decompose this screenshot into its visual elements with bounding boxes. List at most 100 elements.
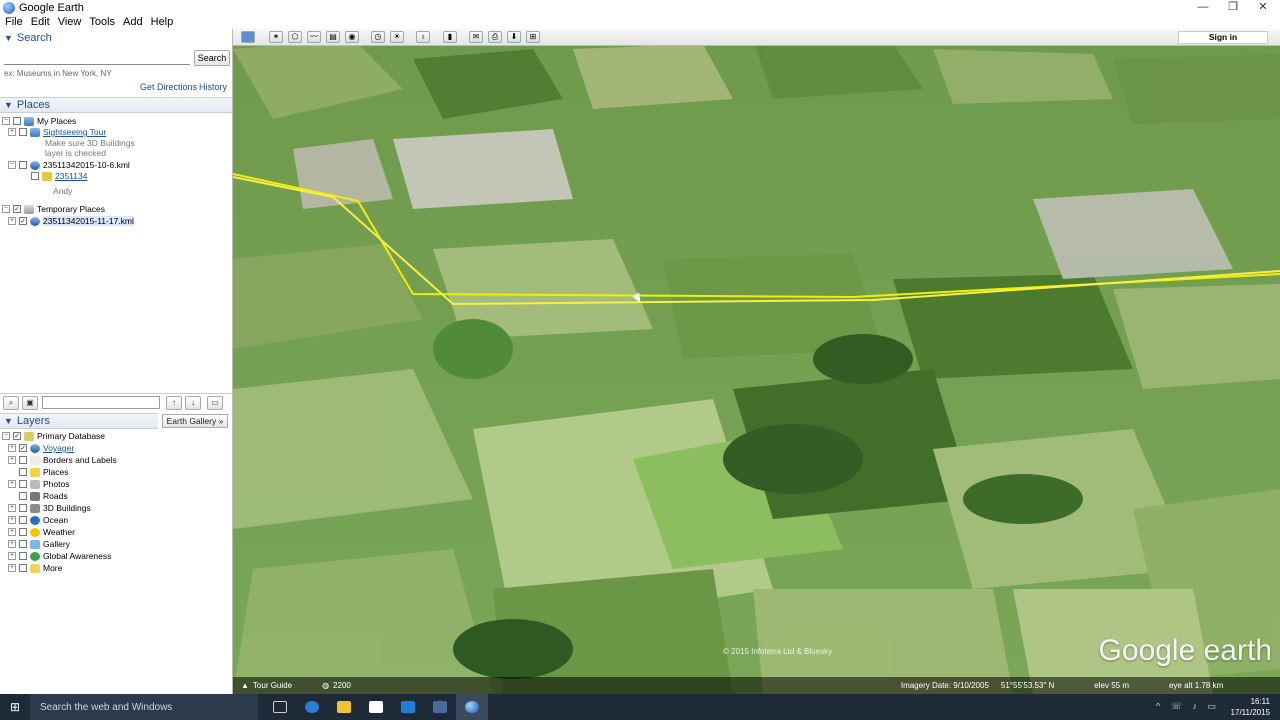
checkbox[interactable] bbox=[19, 504, 27, 512]
print-icon[interactable]: ⎙ bbox=[488, 31, 502, 43]
search-input[interactable] bbox=[4, 51, 190, 65]
checkbox[interactable] bbox=[19, 456, 27, 464]
view-in-maps-icon[interactable]: ⊞ bbox=[526, 31, 540, 43]
tree-item-path[interactable]: 2351134 bbox=[20, 170, 87, 182]
checkbox[interactable] bbox=[19, 161, 27, 169]
panel-toggle-icon[interactable]: ▣ bbox=[22, 395, 38, 410]
file-explorer-icon[interactable] bbox=[328, 694, 360, 720]
search-button[interactable]: Search bbox=[194, 50, 230, 66]
expand-toggle[interactable]: + bbox=[8, 504, 16, 512]
move-down-icon[interactable]: ↓ bbox=[185, 395, 201, 410]
windows-start-icon[interactable]: ⊞ bbox=[0, 694, 30, 720]
image-overlay-icon[interactable]: ▤ bbox=[326, 31, 340, 43]
map-view[interactable]: Google earth © 2015 Infoterra Ltd & Blue… bbox=[233, 29, 1280, 694]
expand-toggle[interactable]: + bbox=[8, 552, 16, 560]
layer-more[interactable]: + More bbox=[8, 562, 62, 574]
edge-browser-icon[interactable] bbox=[296, 694, 328, 720]
checkbox[interactable]: ✓ bbox=[13, 432, 21, 440]
maps-app-icon[interactable] bbox=[424, 694, 456, 720]
earth-gallery-button[interactable]: Earth Gallery » bbox=[162, 414, 228, 428]
settings-app-icon[interactable] bbox=[392, 694, 424, 720]
historical-imagery-icon[interactable]: ◷ bbox=[371, 31, 385, 43]
checkbox[interactable]: ✓ bbox=[13, 205, 21, 213]
get-directions-link[interactable]: Get Directions bbox=[140, 82, 197, 92]
store-icon[interactable] bbox=[360, 694, 392, 720]
collapse-toggle[interactable]: − bbox=[8, 161, 16, 169]
checkbox[interactable] bbox=[19, 516, 27, 524]
menu-view[interactable]: View bbox=[58, 16, 82, 28]
collapse-toggle[interactable]: − bbox=[2, 117, 10, 125]
menu-tools[interactable]: Tools bbox=[89, 16, 115, 28]
checkbox[interactable] bbox=[19, 480, 27, 488]
checkbox[interactable] bbox=[19, 552, 27, 560]
close-button[interactable]: ✕ bbox=[1246, 0, 1280, 15]
checkbox[interactable] bbox=[19, 468, 27, 476]
search-icon[interactable]: ⌕ bbox=[3, 395, 19, 410]
menu-help[interactable]: Help bbox=[151, 16, 174, 28]
save-image-icon[interactable]: ⬇ bbox=[507, 31, 521, 43]
sunlight-icon[interactable]: ☀ bbox=[390, 31, 404, 43]
layer-places[interactable]: Places bbox=[8, 466, 69, 478]
checkbox[interactable] bbox=[19, 528, 27, 536]
expand-toggle[interactable]: + bbox=[8, 480, 16, 488]
expand-toggle[interactable]: + bbox=[8, 528, 16, 536]
checkbox[interactable] bbox=[31, 172, 39, 180]
path-icon[interactable]: 〰 bbox=[307, 31, 321, 43]
expand-toggle[interactable]: + bbox=[8, 128, 16, 136]
expand-toggle[interactable]: + bbox=[8, 217, 16, 225]
checkbox[interactable] bbox=[19, 492, 27, 500]
checkbox[interactable]: ✓ bbox=[19, 444, 27, 452]
google-earth-taskbar-icon[interactable] bbox=[456, 694, 488, 720]
expand-toggle[interactable]: + bbox=[8, 456, 16, 464]
sign-in-button[interactable]: Sign in bbox=[1178, 31, 1268, 44]
taskbar-clock[interactable]: 16:11 17/11/2015 bbox=[1231, 696, 1270, 718]
collapse-toggle[interactable]: − bbox=[2, 432, 10, 440]
play-icon[interactable]: ▲ bbox=[241, 681, 249, 690]
system-tray-icons[interactable]: ^ ☏ ♪ ▭ bbox=[1156, 701, 1220, 712]
minimize-button[interactable]: — bbox=[1186, 0, 1220, 15]
layer-weather[interactable]: + Weather bbox=[8, 526, 75, 538]
history-link[interactable]: History bbox=[199, 82, 227, 92]
layer-ocean[interactable]: + Ocean bbox=[8, 514, 68, 526]
maximize-button[interactable]: ❐ bbox=[1216, 0, 1250, 15]
menu-edit[interactable]: Edit bbox=[31, 16, 50, 28]
layer-borders-labels[interactable]: + Borders and Labels bbox=[8, 454, 117, 466]
checkbox[interactable] bbox=[19, 128, 27, 136]
menu-file[interactable]: File bbox=[5, 16, 23, 28]
layer-global-awareness[interactable]: + Global Awareness bbox=[8, 550, 111, 562]
layer-primary-database[interactable]: − ✓ Primary Database bbox=[2, 430, 105, 442]
layer-photos[interactable]: + Photos bbox=[8, 478, 69, 490]
checkbox[interactable] bbox=[19, 540, 27, 548]
tour-guide-button[interactable]: Tour Guide bbox=[253, 681, 292, 690]
checkbox[interactable] bbox=[13, 117, 21, 125]
sidebar-toggle-icon[interactable] bbox=[241, 31, 255, 43]
email-icon[interactable]: ✉ bbox=[469, 31, 483, 43]
checkbox[interactable] bbox=[19, 564, 27, 572]
expand-toggle[interactable]: + bbox=[8, 444, 16, 452]
checkbox[interactable]: ✓ bbox=[19, 217, 27, 225]
taskbar-search[interactable]: Search the web and Windows bbox=[30, 694, 258, 720]
polygon-icon[interactable]: ⬠ bbox=[288, 31, 302, 43]
places-section-header[interactable]: ▼ Places bbox=[0, 97, 232, 113]
task-view-icon[interactable] bbox=[264, 694, 296, 720]
placemark-icon[interactable]: ✶ bbox=[269, 31, 283, 43]
expand-toggle[interactable]: + bbox=[8, 540, 16, 548]
tree-item-temporary-places[interactable]: − ✓ Temporary Places bbox=[2, 203, 105, 215]
record-tour-icon[interactable]: ◉ bbox=[345, 31, 359, 43]
expand-toggle[interactable]: + bbox=[8, 516, 16, 524]
layer-3d-buildings[interactable]: + 3D Buildings bbox=[8, 502, 91, 514]
menu-add[interactable]: Add bbox=[123, 16, 143, 28]
expand-toggle[interactable]: + bbox=[8, 564, 16, 572]
tree-item-kml-file[interactable]: + ✓ 23511342015-11-17.kml bbox=[8, 215, 134, 227]
move-up-icon[interactable]: ↑ bbox=[166, 395, 182, 410]
ruler-icon[interactable]: ▮ bbox=[443, 31, 457, 43]
layer-gallery[interactable]: + Gallery bbox=[8, 538, 70, 550]
layers-section-header[interactable]: ▼ Layers bbox=[0, 413, 158, 429]
places-filter-input[interactable] bbox=[42, 396, 160, 409]
layer-voyager[interactable]: + ✓ Voyager bbox=[8, 442, 74, 454]
collapse-toggle[interactable]: − bbox=[2, 205, 10, 213]
add-folder-icon[interactable]: ▭ bbox=[207, 395, 223, 410]
layer-roads[interactable]: Roads bbox=[8, 490, 68, 502]
planets-icon[interactable]: ♁ bbox=[416, 31, 430, 43]
search-section-header[interactable]: ▼ Search bbox=[0, 30, 232, 46]
